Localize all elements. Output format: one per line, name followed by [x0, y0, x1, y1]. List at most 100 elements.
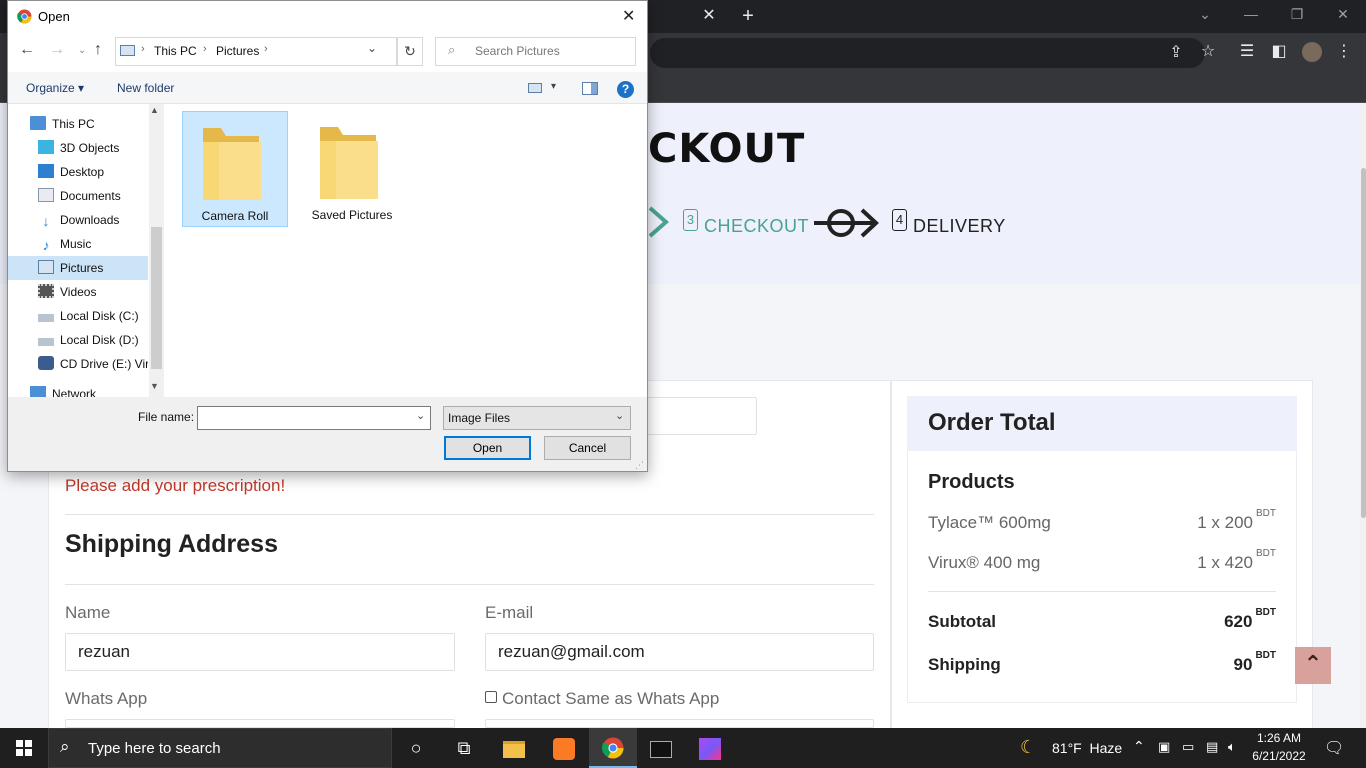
side-panel-icon[interactable]: ◧ [1269, 42, 1289, 62]
folder-item-saved-pictures[interactable]: Saved Pictures [300, 111, 406, 227]
weather-text[interactable]: 81°F Haze [1052, 740, 1122, 756]
scroll-up-icon[interactable]: ▲ [150, 105, 159, 115]
forward-arrow-icon[interactable]: → [49, 41, 65, 59]
sidebar-item-downloads[interactable]: ↓ Downloads [38, 208, 153, 232]
folder-item-camera-roll[interactable]: Camera Roll [182, 111, 288, 227]
computer-icon [30, 116, 46, 130]
scroll-to-top-button[interactable]: ⌃ [1295, 647, 1331, 684]
step-number-4: 4 [892, 209, 907, 231]
sidebar-item-documents[interactable]: Documents [38, 184, 153, 208]
divider [928, 591, 1276, 592]
show-hidden-icons[interactable]: ⌃ [1133, 738, 1145, 755]
pictures-icon [120, 45, 135, 56]
sidebar-item-pictures[interactable]: Pictures [38, 256, 153, 280]
folder-label: Camera Roll [201, 209, 269, 223]
windows-logo-icon [16, 740, 32, 756]
sidebar-item-cd-drive[interactable]: CD Drive (E:) Virt [38, 352, 148, 376]
up-arrow-icon[interactable]: ↑ [94, 41, 102, 59]
email-input[interactable]: rezuan@gmail.com [485, 633, 874, 671]
chevron-right-icon[interactable]: › [264, 43, 268, 55]
sidebar-item-local-disk-d[interactable]: Local Disk (D:) [38, 328, 153, 352]
cd-drive-icon [38, 356, 54, 370]
taskbar-search-placeholder: Type here to search [88, 740, 221, 757]
weather-icon[interactable]: ☾ [1020, 737, 1036, 758]
clock-date[interactable]: 6/21/2022 [1251, 749, 1307, 763]
terminal-icon[interactable] [637, 728, 685, 768]
profile-avatar[interactable] [1302, 42, 1322, 62]
preview-pane-icon[interactable] [582, 82, 598, 95]
product-price: 1 x 200 BDT [1197, 508, 1276, 532]
contact-same-checkbox[interactable] [485, 691, 497, 703]
chevron-down-icon[interactable]: ⌄ [367, 41, 377, 55]
disk-icon [38, 338, 54, 346]
battery-icon[interactable]: ▭ [1182, 739, 1194, 755]
shipping-label: Shipping [928, 655, 1001, 674]
open-file-dialog: Open ✕ ← → ⌄ ↑ › This PC › Pictures › ⌄ … [7, 0, 648, 472]
scroll-down-icon[interactable]: ▼ [150, 381, 159, 391]
name-input[interactable]: rezuan [65, 633, 455, 671]
breadcrumb-item[interactable]: Pictures [216, 44, 259, 58]
close-tab-icon[interactable]: ✕ [699, 6, 719, 26]
file-type-select[interactable]: Image Files [443, 406, 631, 430]
email-label: E-mail [485, 603, 534, 622]
sidebar-item-videos[interactable]: Videos [38, 280, 153, 304]
refresh-icon[interactable]: ↻ [397, 37, 423, 66]
sidebar-item-music[interactable]: ♪ Music [38, 232, 153, 256]
close-window-icon[interactable]: ✕ [1331, 4, 1355, 24]
minimize-window-icon[interactable]: — [1239, 4, 1263, 24]
xampp-icon[interactable] [540, 728, 588, 768]
sidebar-item-network[interactable]: Network [30, 381, 145, 397]
file-type-dropdown-icon[interactable]: ⌄ [615, 409, 624, 422]
view-options-icon[interactable]: ▾ [551, 81, 556, 92]
file-name-input[interactable] [197, 406, 431, 430]
notification-center-icon[interactable]: 🗨︎ [1324, 738, 1344, 758]
prescription-error: Please add your prescription! [65, 476, 286, 495]
file-explorer-icon[interactable] [490, 728, 538, 768]
network-icon[interactable]: ▤ [1206, 739, 1218, 755]
name-label: Name [65, 603, 111, 622]
clock-time[interactable]: 1:26 AM [1255, 731, 1303, 745]
bookmark-star-icon[interactable]: ☆ [1198, 42, 1218, 62]
recent-locations-icon[interactable]: ⌄ [78, 45, 86, 56]
subtotal-label: Subtotal [928, 612, 996, 631]
back-arrow-icon[interactable]: ← [19, 41, 35, 59]
volume-icon[interactable]: 🔈︎ [1228, 739, 1236, 755]
new-tab-icon[interactable]: + [738, 6, 758, 26]
search-icon: ⌕ [60, 737, 70, 756]
new-folder-button[interactable]: New folder [117, 81, 174, 95]
open-button[interactable]: Open [444, 436, 531, 460]
search-icon: ⌕ [448, 42, 456, 57]
more-menu-icon[interactable]: ⋮ [1334, 42, 1354, 62]
prescription-input[interactable] [640, 397, 757, 435]
page-scrollbar-thumb[interactable] [1361, 168, 1366, 518]
resize-grip-icon[interactable]: ⋰ [635, 460, 644, 471]
breadcrumb-item[interactable]: This PC [154, 44, 197, 58]
tab-search-icon[interactable]: ⌄ [1193, 4, 1217, 24]
step-label-delivery: DELIVERY [913, 216, 1006, 236]
cortana-icon[interactable]: ○ [392, 728, 440, 768]
start-button[interactable] [0, 728, 48, 768]
organize-button[interactable]: Organize ▾ [26, 81, 84, 95]
sidebar-item-desktop[interactable]: Desktop [38, 160, 153, 184]
restore-window-icon[interactable]: ❐ [1285, 4, 1309, 24]
help-icon[interactable]: ? [617, 81, 634, 98]
task-view-icon[interactable]: ⧉ [440, 728, 488, 768]
sidebar-item-3d-objects[interactable]: 3D Objects [38, 136, 153, 160]
contact-input[interactable] [485, 719, 874, 728]
document-icon [38, 188, 54, 202]
sidebar-item-local-disk-c[interactable]: Local Disk (C:) [38, 304, 153, 328]
whatsapp-input[interactable] [65, 719, 455, 728]
reading-list-icon[interactable]: ☰ [1237, 42, 1257, 62]
meet-now-icon[interactable]: ▣ [1158, 739, 1170, 755]
share-icon[interactable]: ⇪ [1166, 43, 1186, 63]
pictures-icon [38, 260, 54, 274]
address-bar[interactable] [650, 38, 1205, 68]
product-name: Tylace™ 600mg [928, 513, 1051, 532]
file-name-dropdown-icon[interactable]: ⌄ [416, 409, 425, 422]
change-view-icon[interactable] [528, 83, 542, 93]
cancel-button[interactable]: Cancel [544, 436, 631, 460]
sidebar-item-this-pc[interactable]: This PC [30, 112, 145, 136]
chrome-taskbar-icon[interactable] [589, 728, 637, 768]
dialog-close-icon[interactable]: ✕ [622, 6, 635, 26]
phpstorm-icon[interactable] [686, 728, 734, 768]
